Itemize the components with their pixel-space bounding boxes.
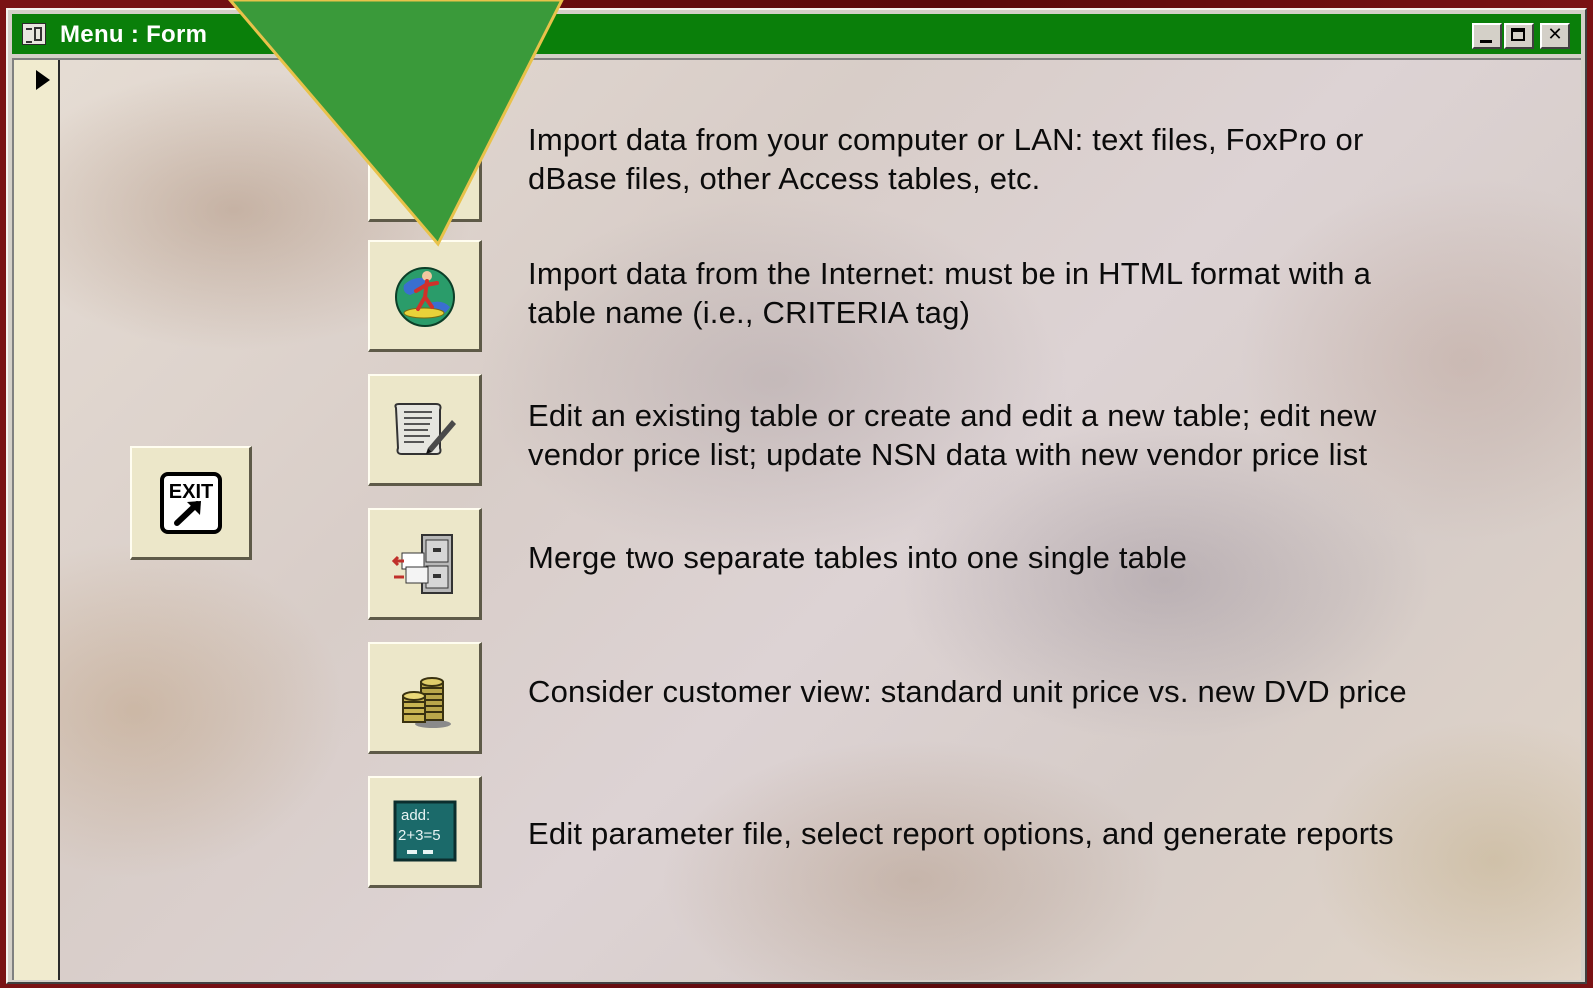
- close-button[interactable]: ✕: [1540, 23, 1570, 49]
- svg-text:2+3=5: 2+3=5: [398, 827, 441, 844]
- exit-arrow-icon: EXIT: [159, 471, 222, 534]
- record-selector[interactable]: [14, 60, 60, 980]
- exit-button[interactable]: EXIT: [130, 446, 252, 560]
- globe-surfer-icon: [394, 266, 455, 327]
- coin-stack-icon: [401, 676, 451, 728]
- annotation-arrow: [228, 0, 564, 247]
- customer-view-button[interactable]: [368, 642, 482, 754]
- reports-button[interactable]: add: 2+3=5: [368, 776, 482, 888]
- merge-tables-description: Merge two separate tables into one singl…: [528, 540, 1188, 575]
- customer-view-description: Consider customer view: standard unit pr…: [528, 674, 1407, 709]
- svg-text:EXIT: EXIT: [168, 481, 212, 503]
- svg-text:add:: add:: [401, 807, 430, 824]
- reports-description: Edit parameter file, select report optio…: [528, 816, 1394, 851]
- scroll-pen-icon: [393, 402, 456, 455]
- record-pointer-icon: [36, 70, 50, 90]
- minimize-button[interactable]: [1472, 23, 1502, 49]
- window-title: Menu : Form: [60, 21, 208, 48]
- edit-table-button[interactable]: [368, 374, 482, 486]
- import-internet-description: Import data from the Internet: must be i…: [528, 256, 1372, 330]
- maximize-button[interactable]: [1504, 23, 1534, 49]
- chalkboard-add-icon: add: 2+3=5: [393, 800, 456, 861]
- import-file-description: Import data from your computer or LAN: t…: [528, 122, 1364, 196]
- merge-tables-button[interactable]: [368, 508, 482, 620]
- form-icon[interactable]: [22, 23, 46, 45]
- file-cabinet-icon: [391, 533, 453, 594]
- edit-table-description: Edit an existing table or create and edi…: [528, 398, 1377, 472]
- annotation-arrow-shape: [228, 0, 564, 247]
- import-internet-button[interactable]: [368, 240, 482, 352]
